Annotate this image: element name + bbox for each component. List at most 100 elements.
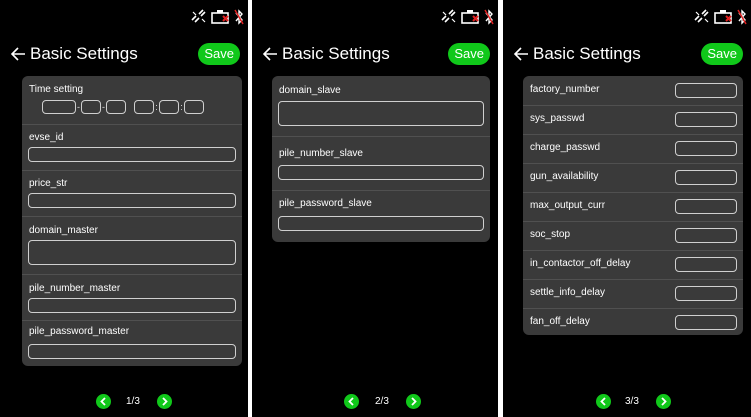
save-button[interactable]: Save (448, 43, 490, 65)
charge-passwd-row: charge_passwd (523, 134, 743, 164)
page-title: Basic Settings (282, 44, 390, 63)
settings-card: domain_slave pile_number_slave pile_pass… (272, 76, 490, 242)
field-label: pile_password_master (29, 326, 130, 337)
sys-passwd-input[interactable] (675, 112, 737, 127)
link-broken-icon (440, 9, 458, 25)
field-label: domain_slave (279, 85, 341, 96)
month-input[interactable] (81, 100, 101, 114)
sys-passwd-row: sys_passwd (523, 105, 743, 135)
back-arrow-icon[interactable] (262, 45, 278, 63)
pile-number-master-input[interactable] (28, 298, 236, 313)
pile-password-slave-field: pile_password_slave (272, 190, 490, 242)
field-label: pile_number_master (29, 283, 121, 294)
domain-master-field: domain_master (22, 216, 242, 275)
domain-slave-input[interactable] (278, 101, 484, 126)
back-arrow-icon[interactable] (513, 45, 529, 63)
fan-off-delay-row: fan_off_delay (523, 308, 743, 335)
back-arrow-icon[interactable] (10, 45, 26, 63)
bluetooth-off-icon (484, 9, 494, 25)
settings-screen-page-3: Basic Settings Save factory_number sys_p… (503, 0, 751, 417)
soc-stop-row: soc_stop (523, 221, 743, 251)
time-setting-label: Time setting (29, 84, 84, 95)
field-label: settle_info_delay (530, 287, 606, 298)
max-output-curr-input[interactable] (675, 199, 737, 214)
field-label: charge_passwd (530, 142, 601, 153)
year-input[interactable] (42, 100, 76, 114)
fan-off-delay-input[interactable] (675, 315, 737, 330)
next-page-button[interactable] (157, 394, 172, 409)
field-label: price_str (29, 178, 68, 189)
time-inputs: - - : : (42, 100, 204, 114)
settle-info-delay-row: settle_info_delay (523, 279, 743, 309)
domain-master-input[interactable] (28, 240, 236, 265)
page-title: Basic Settings (30, 44, 138, 63)
header: Basic Settings Save (252, 42, 498, 68)
save-button[interactable]: Save (198, 43, 240, 65)
bluetooth-off-icon (234, 9, 244, 25)
field-label: in_contactor_off_delay (530, 258, 631, 269)
pager: 3/3 (503, 394, 751, 410)
header: Basic Settings Save (0, 42, 248, 68)
bluetooth-off-icon (737, 9, 747, 25)
field-label: pile_number_slave (279, 148, 363, 159)
pile-password-master-input[interactable] (28, 344, 236, 359)
page-indicator: 2/3 (375, 396, 389, 407)
evse-id-input[interactable] (28, 147, 236, 162)
field-label: soc_stop (530, 229, 571, 240)
status-bar (440, 8, 494, 26)
page-indicator: 1/3 (126, 396, 140, 407)
prev-page-button[interactable] (96, 394, 111, 409)
factory-number-row: factory_number (523, 76, 743, 106)
link-broken-icon (190, 9, 208, 25)
in-contactor-off-delay-input[interactable] (675, 257, 737, 272)
settings-card: factory_number sys_passwd charge_passwd … (523, 76, 743, 335)
next-page-button[interactable] (656, 394, 671, 409)
day-input[interactable] (106, 100, 126, 114)
header: Basic Settings Save (503, 42, 751, 68)
factory-number-input[interactable] (675, 83, 737, 98)
second-input[interactable] (184, 100, 204, 114)
field-label: domain_master (29, 225, 98, 236)
field-label: gun_availability (530, 171, 599, 182)
status-bar (190, 8, 244, 26)
battery-warning-icon (211, 9, 231, 25)
pager: 1/3 (0, 394, 248, 410)
gun-availability-input[interactable] (675, 170, 737, 185)
price-str-field: price_str (22, 170, 242, 217)
time-setting-field: Time setting - - : : (22, 76, 242, 125)
save-button[interactable]: Save (701, 43, 743, 65)
pile-number-slave-input[interactable] (278, 165, 484, 180)
charge-passwd-input[interactable] (675, 141, 737, 156)
field-label: sys_passwd (530, 113, 585, 124)
field-label: fan_off_delay (530, 316, 590, 327)
soc-stop-input[interactable] (675, 228, 737, 243)
next-page-button[interactable] (406, 394, 421, 409)
minute-input[interactable] (159, 100, 179, 114)
prev-page-button[interactable] (596, 394, 611, 409)
battery-warning-icon (714, 9, 734, 25)
price-str-input[interactable] (28, 193, 236, 208)
gun-availability-row: gun_availability (523, 163, 743, 193)
page-title: Basic Settings (533, 44, 641, 63)
settings-card: Time setting - - : : evse_id price_str d… (22, 76, 242, 366)
pile-password-master-field: pile_password_master (22, 320, 242, 366)
field-label: pile_password_slave (279, 198, 372, 209)
settings-screen-page-1: Basic Settings Save Time setting - - : :… (0, 0, 248, 417)
in-contactor-off-delay-row: in_contactor_off_delay (523, 250, 743, 280)
pile-number-slave-field: pile_number_slave (272, 136, 490, 191)
page-indicator: 3/3 (625, 396, 639, 407)
max-output-curr-row: max_output_curr (523, 192, 743, 222)
prev-page-button[interactable] (344, 394, 359, 409)
pile-password-slave-input[interactable] (278, 216, 484, 231)
hour-input[interactable] (134, 100, 154, 114)
domain-slave-field: domain_slave (272, 76, 490, 137)
field-label: evse_id (29, 132, 64, 143)
link-broken-icon (693, 9, 711, 25)
battery-warning-icon (461, 9, 481, 25)
settle-info-delay-input[interactable] (675, 286, 737, 301)
pager: 2/3 (252, 394, 498, 410)
field-label: factory_number (530, 84, 600, 95)
settings-screen-page-2: Basic Settings Save domain_slave pile_nu… (252, 0, 498, 417)
status-bar (693, 8, 747, 26)
field-label: max_output_curr (530, 200, 606, 211)
